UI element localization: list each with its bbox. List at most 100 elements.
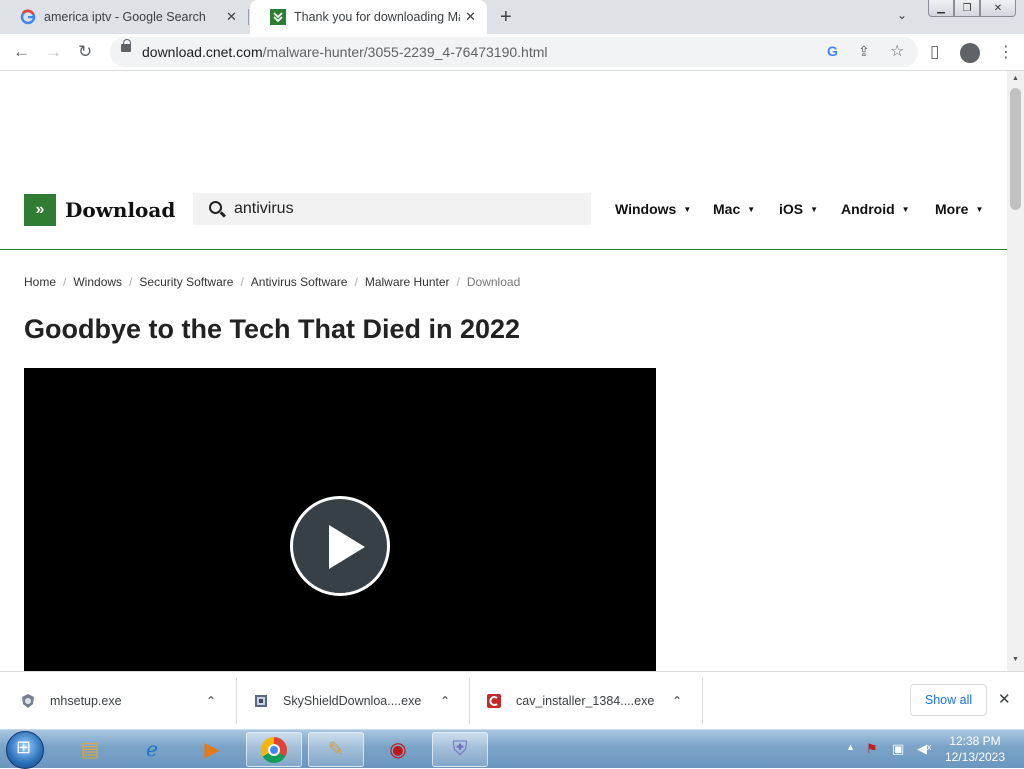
download-separator (469, 678, 470, 724)
nav-more[interactable]: More ▼ (935, 201, 983, 217)
url-path: /malware-hunter/3055-2239_4-76473190.htm… (262, 44, 548, 60)
chevron-up-icon[interactable]: ⌃ (672, 694, 682, 708)
google-lens-icon[interactable]: G (827, 43, 838, 59)
close-window-button[interactable]: ✕ (980, 0, 1016, 17)
windows-taskbar: ▤ ℯ ▶ ✎ ◉ ⛨ ▲ ⚑ ▣ ◀ˣ 12:38 PM 12/13/2023 (0, 729, 1024, 769)
restore-button[interactable]: ❐ (954, 0, 980, 17)
media-player-icon[interactable]: ▶ (184, 732, 240, 767)
profile-avatar-icon[interactable] (960, 43, 980, 63)
nav-windows[interactable]: Windows ▼ (615, 201, 691, 217)
cnet-download-icon (270, 9, 286, 25)
taskbar-clock[interactable]: 12:38 PM 12/13/2023 (940, 733, 1010, 765)
comodo-icon (486, 693, 502, 709)
download-item[interactable]: SkyShieldDownloa....exe ⌃ (253, 672, 469, 730)
back-arrow-icon[interactable]: ← (13, 42, 30, 62)
close-shelf-icon[interactable]: ✕ (998, 690, 1011, 708)
download-separator (702, 678, 703, 724)
bookmark-star-icon[interactable]: ☆ (890, 41, 904, 61)
scroll-down-arrow-icon[interactable]: ▼ (1012, 656, 1019, 663)
tab-google-search[interactable]: america iptv - Google Search ✕ (0, 0, 248, 34)
new-tab-button[interactable]: + (500, 6, 512, 29)
site-logo-text[interactable]: Download (65, 198, 175, 222)
breadcrumb-malware-hunter[interactable]: Malware Hunter (365, 275, 450, 289)
page-viewport: » Download antivirus Windows ▼ Mac ▼ iOS ▼ … (0, 71, 1007, 671)
file-explorer-icon[interactable]: ▤ (62, 732, 118, 767)
nav-label: Android (841, 201, 895, 217)
url-host: download.cnet.com (142, 44, 263, 60)
nav-android[interactable]: Android ▼ (841, 201, 910, 217)
volume-muted-icon[interactable]: ◀ˣ (917, 741, 931, 757)
download-filename: mhsetup.exe (50, 694, 122, 708)
chevron-up-icon[interactable]: ⌃ (440, 694, 450, 708)
clock-time: 12:38 PM (949, 734, 1001, 748)
internet-explorer-icon[interactable]: ℯ (124, 732, 180, 767)
search-value: antivirus (234, 200, 294, 217)
security-shield-icon[interactable]: ⛨ (432, 732, 488, 767)
page-title: Goodbye to the Tech That Died in 2022 (24, 314, 521, 344)
tab-title: Thank you for downloading Malware Hunter (294, 10, 460, 24)
tab-search-chevron-icon[interactable]: ⌄ (897, 8, 907, 22)
lock-icon[interactable] (121, 39, 131, 52)
nav-label: Mac (713, 201, 741, 217)
nav-ios[interactable]: iOS ▼ (779, 201, 818, 217)
caret-down-icon: ▼ (901, 205, 910, 214)
caret-down-icon: ▼ (683, 205, 692, 214)
tab-cnet-download[interactable]: Thank you for downloading Malware Hunter… (250, 0, 487, 34)
tab-close-icon[interactable]: ✕ (226, 9, 237, 25)
clock-date: 12/13/2023 (944, 750, 1006, 764)
share-icon[interactable]: ⇪ (858, 43, 870, 60)
download-shelf: mhsetup.exe ⌃ SkyShieldDownloa....exe ⌃ … (0, 671, 1024, 729)
caret-down-icon: ▼ (747, 205, 756, 214)
side-panel-icon[interactable]: ▯ (930, 42, 939, 62)
video-player[interactable] (24, 368, 656, 671)
scrollbar-thumb[interactable] (1010, 88, 1021, 210)
nav-mac[interactable]: Mac ▼ (713, 201, 755, 217)
nav-label: Windows (615, 201, 677, 217)
tab-strip: america iptv - Google Search ✕ Thank you… (0, 0, 1024, 34)
reload-icon[interactable]: ↻ (78, 42, 92, 62)
malware-hunter-icon (20, 693, 36, 709)
download-item[interactable]: mhsetup.exe ⌃ (20, 672, 236, 730)
chrome-taskbar-icon[interactable] (246, 732, 302, 767)
forward-arrow-icon[interactable]: → (45, 42, 62, 62)
download-separator (236, 678, 237, 724)
breadcrumb-antivirus-software[interactable]: Antivirus Software (251, 275, 348, 289)
show-all-button[interactable]: Show all (910, 684, 987, 716)
download-logo-icon[interactable]: » (24, 194, 56, 226)
address-bar[interactable]: download.cnet.com/malware-hunter/3055-22… (110, 37, 918, 67)
ccleaner-icon[interactable]: ✎ (308, 732, 364, 767)
tab-title: america iptv - Google Search (44, 10, 206, 24)
browser-toolbar: ← → ↻ download.cnet.com/malware-hunter/3… (0, 34, 1024, 71)
breadcrumb-separator: / (129, 275, 133, 289)
minimize-button[interactable]: ▁ (928, 0, 954, 17)
breadcrumb: Home / Windows / Security Software / Antivirus… (24, 275, 520, 289)
scroll-up-arrow-icon[interactable]: ▲ (1012, 75, 1019, 82)
breadcrumb-home[interactable]: Home (24, 275, 56, 289)
header-divider (0, 249, 1007, 250)
page-scrollbar[interactable]: ▲ ▼ (1007, 71, 1024, 671)
breadcrumb-windows[interactable]: Windows (73, 275, 122, 289)
nav-label: iOS (779, 201, 804, 217)
tab-close-icon[interactable]: ✕ (465, 9, 476, 25)
breadcrumb-separator: / (63, 275, 67, 289)
caret-down-icon: ▼ (975, 205, 984, 214)
kebab-menu-icon[interactable]: ⋮ (998, 42, 1014, 62)
breadcrumb-security-software[interactable]: Security Software (139, 275, 233, 289)
breadcrumb-separator: / (240, 275, 244, 289)
url-text[interactable]: download.cnet.com/malware-hunter/3055-22… (142, 44, 548, 60)
show-hidden-icons-icon[interactable]: ▲ (846, 742, 855, 752)
download-item[interactable]: cav_installer_1384....exe ⌃ (486, 672, 702, 730)
google-icon (20, 9, 36, 25)
network-icon[interactable]: ▣ (892, 741, 904, 757)
start-button[interactable] (6, 731, 44, 769)
tab-separator (248, 9, 249, 25)
chrome-icon (261, 736, 287, 763)
comodo-taskbar-icon[interactable]: ◉ (370, 732, 426, 767)
play-button-icon[interactable] (290, 496, 390, 596)
chevron-up-icon[interactable]: ⌃ (206, 694, 216, 708)
site-search-input[interactable]: antivirus (193, 193, 591, 225)
breadcrumb-separator: / (456, 275, 460, 289)
action-center-flag-icon[interactable]: ⚑ (866, 741, 878, 757)
caret-down-icon: ▼ (810, 205, 819, 214)
breadcrumb-current: Download (466, 275, 521, 289)
